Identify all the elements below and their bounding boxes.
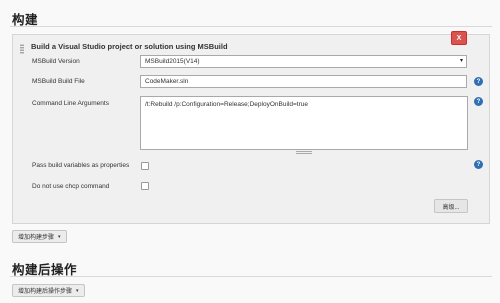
no-chcp-checkbox[interactable] [141,182,149,190]
step-title: Build a Visual Studio project or solutio… [31,42,228,51]
section-divider [10,26,492,27]
command-args-label: Command Line Arguments [32,100,109,107]
help-icon[interactable]: ? [474,97,483,106]
caret-down-icon: ▾ [58,233,61,240]
build-file-label: MSBuild Build File [32,78,85,85]
add-build-step-label: 增加构建步骤 [18,235,55,241]
no-chcp-label: Do not use chcp command [32,183,110,190]
drag-handle-icon[interactable] [20,44,24,54]
caret-down-icon: ▾ [76,287,79,294]
add-post-build-step-button[interactable]: 增加构建后操作步骤 ▾ [12,284,85,297]
msbuild-version-select[interactable]: MSBuild2015(V14) ▾ [140,55,467,68]
chevron-down-icon: ▾ [459,58,463,64]
command-args-textarea[interactable]: /t:Rebuild /p:Configuration=Release;Depl… [140,96,468,150]
textarea-resize-grip[interactable] [296,151,312,154]
build-file-input[interactable]: CodeMaker.sln [140,75,467,88]
help-icon[interactable]: ? [474,77,483,86]
msbuild-version-label: MSBuild Version [32,58,80,65]
msbuild-version-value: MSBuild2015(V14) [145,58,200,65]
pass-vars-label: Pass build variables as properties [32,162,130,169]
help-icon[interactable]: ? [474,160,483,169]
add-build-step-button[interactable]: 增加构建步骤 ▾ [12,230,67,243]
advanced-button[interactable]: 高级... [434,199,468,213]
add-post-build-step-label: 增加构建后操作步骤 [18,289,73,295]
section-divider [10,276,492,277]
delete-step-button[interactable]: X [451,31,467,45]
pass-vars-checkbox[interactable] [141,162,149,170]
